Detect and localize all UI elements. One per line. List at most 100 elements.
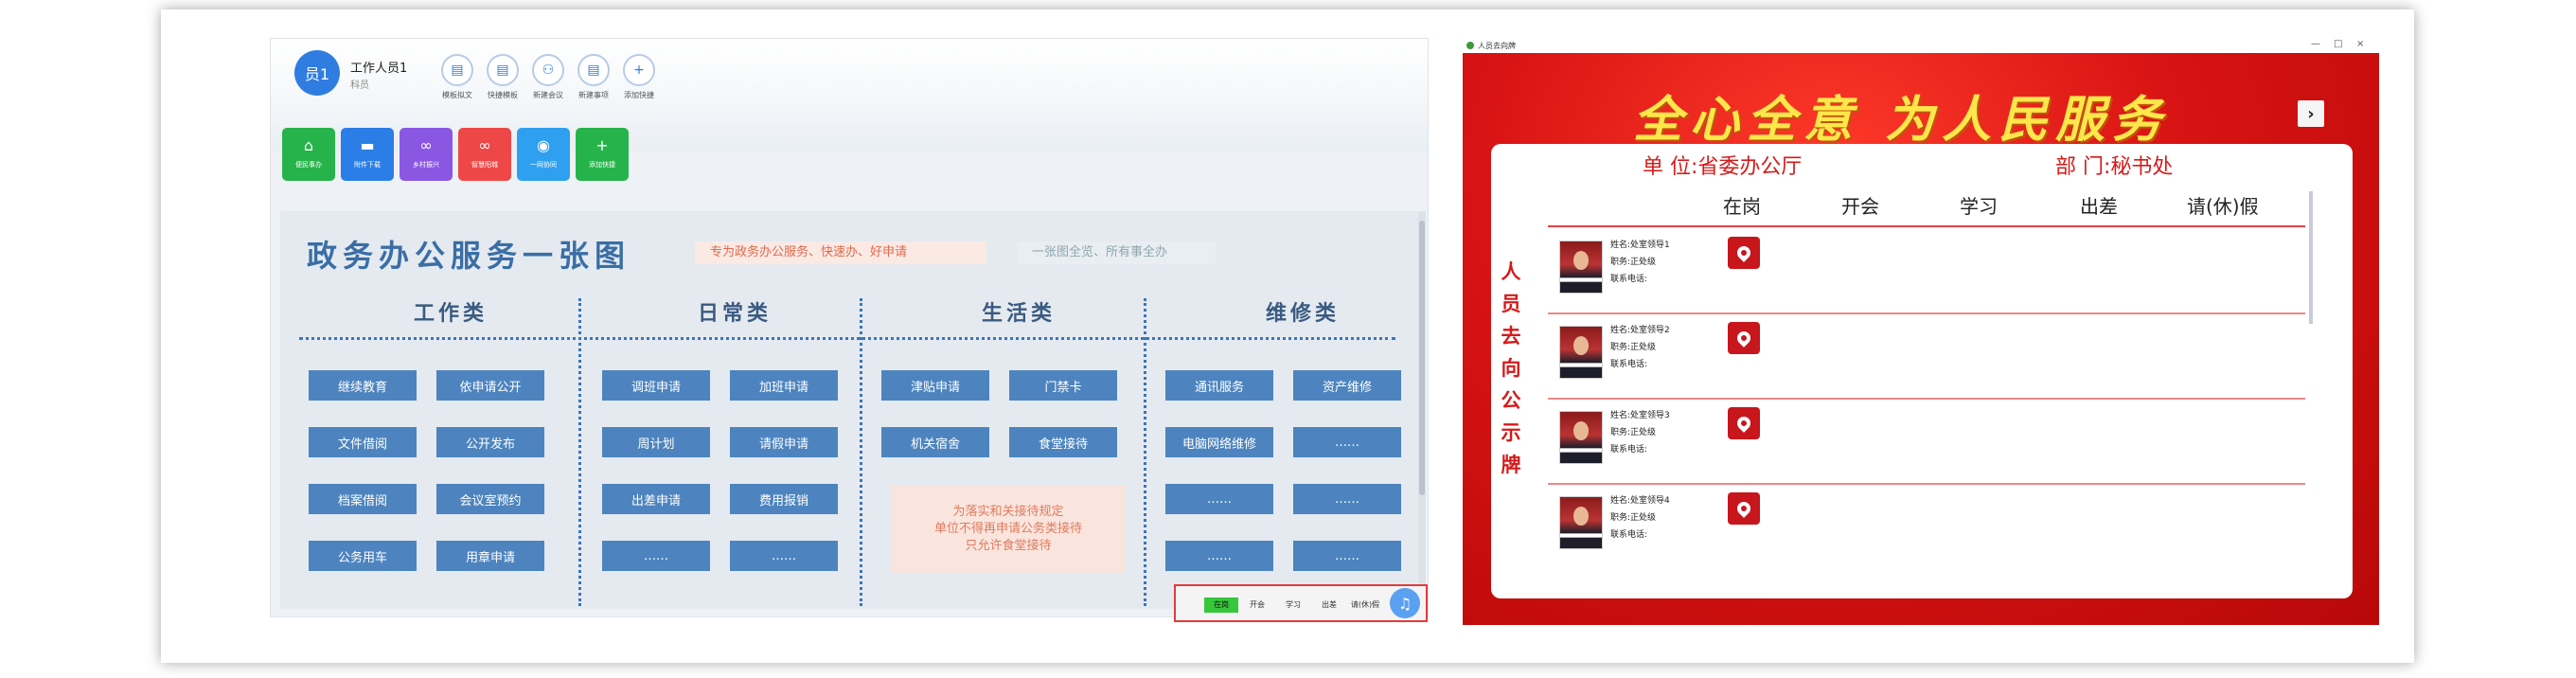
location-pin-icon[interactable] <box>1728 237 1760 269</box>
service-button[interactable]: 机关宿舍 <box>881 427 989 457</box>
service-button[interactable]: …… <box>1293 541 1401 571</box>
column-header: 在岗 <box>1723 195 1761 218</box>
app-icon <box>1466 42 1474 49</box>
service-button[interactable]: 公开发布 <box>436 427 544 457</box>
tile-collaboration[interactable]: ◉ 一网协同 <box>517 128 570 181</box>
user-name: 工作人员1 <box>350 62 408 76</box>
unit-label: 单 位:省委办公厅 <box>1643 155 1803 179</box>
map-subtitle-2: 一张图全览、所有事全办 <box>1017 241 1216 264</box>
service-button[interactable]: 档案借阅 <box>309 484 417 514</box>
service-button[interactable]: 请假申请 <box>730 427 838 457</box>
service-button[interactable]: 文件借阅 <box>309 427 417 457</box>
link-icon: ∞ <box>419 136 433 154</box>
service-button[interactable]: 门禁卡 <box>1009 370 1117 401</box>
service-button[interactable]: 周计划 <box>602 427 710 457</box>
quick-action-new-meeting[interactable]: ⚇ 新建会议 <box>524 54 572 100</box>
status-study[interactable]: 学习 <box>1276 598 1310 613</box>
service-button[interactable]: 资产维修 <box>1293 370 1401 401</box>
chevron-right-icon[interactable]: › <box>2298 100 2324 127</box>
service-button[interactable]: 通讯服务 <box>1165 370 1273 401</box>
basket-icon: ⌂ <box>303 136 314 154</box>
quick-action-new-item[interactable]: ▤ 新建事项 <box>570 54 617 100</box>
service-button[interactable]: 费用报销 <box>730 484 838 514</box>
service-button[interactable]: …… <box>730 541 838 571</box>
map-subtitle: 专为政务办公服务、快速办、好申请 <box>695 241 986 264</box>
folder-icon: ▬ <box>360 136 375 154</box>
service-button[interactable]: …… <box>1293 484 1401 514</box>
service-button[interactable]: 食堂接待 <box>1009 427 1117 457</box>
service-button[interactable]: 电脑网络维修 <box>1165 427 1273 457</box>
meeting-icon: ⚇ <box>532 54 564 86</box>
quick-action-template-doc[interactable]: ▤ 模板拟文 <box>434 54 481 100</box>
category-work: 工作类 <box>413 301 488 326</box>
service-button[interactable]: 依申请公开 <box>436 370 544 401</box>
scrollbar[interactable] <box>1418 211 1426 609</box>
tile-smart-city[interactable]: ∞ 智慧阳城 <box>458 128 511 181</box>
service-button[interactable]: …… <box>602 541 710 571</box>
service-button[interactable]: 津贴申请 <box>881 370 989 401</box>
status-bar: 在岗 开会 学习 出差 请(休)假 ♫ <box>1174 584 1428 622</box>
person-row: 姓名:处室领导3 职务:正处级 联系电话: <box>1548 400 2305 485</box>
person-row: 姓名:处室领导2 职务:正处级 联系电话: <box>1548 314 2305 400</box>
person-row: 姓名:处室领导4 职务:正处级 联系电话: <box>1548 485 2305 568</box>
quick-action-quick-template[interactable]: ▤ 快捷模板 <box>479 54 526 100</box>
dept-label: 部 门:秘书处 <box>2055 155 2174 179</box>
doc-icon: ▤ <box>577 54 610 86</box>
service-button[interactable]: …… <box>1165 484 1273 514</box>
tile-attachment-download[interactable]: ▬ 附件下载 <box>341 128 394 181</box>
circle-icon: ◉ <box>537 136 550 154</box>
status-business-trip[interactable]: 出差 <box>1312 598 1346 613</box>
link-icon: ∞ <box>478 136 491 154</box>
category-life: 生活类 <box>981 301 1056 326</box>
window-title: 人员去向牌 <box>1478 42 1516 50</box>
tile-convenience[interactable]: ⌂ 便民事办 <box>282 128 335 181</box>
avatar[interactable]: 员1 <box>294 50 340 96</box>
status-leave[interactable]: 请(休)假 <box>1348 598 1382 613</box>
category-repair: 维修类 <box>1265 301 1340 326</box>
board-background: 全心全意 为人民服务 › 单 位:省委办公厅 部 门:秘书处 人 员 去 向 公… <box>1463 53 2379 625</box>
service-button[interactable]: 出差申请 <box>602 484 710 514</box>
divider <box>860 298 862 606</box>
location-pin-icon[interactable] <box>1728 492 1760 525</box>
service-map: 政务办公服务一张图 专为政务办公服务、快速办、好申请 一张图全览、所有事全办 工… <box>280 211 1418 609</box>
status-on-duty[interactable]: 在岗 <box>1204 598 1238 613</box>
column-header: 学习 <box>1960 195 1998 218</box>
window-titlebar: 人员去向牌 — □ × <box>1463 38 2379 53</box>
divider <box>299 337 1395 340</box>
scrollbar-thumb[interactable] <box>1419 221 1425 495</box>
column-header: 开会 <box>1841 195 1879 218</box>
doc-icon: ▤ <box>441 54 473 86</box>
person-row: 姓名:处室领导1 职务:正处级 联系电话: <box>1548 229 2305 314</box>
staff-board-window: 人员去向牌 — □ × 全心全意 为人民服务 › 单 位:省委办公厅 部 门:秘… <box>1463 38 2379 625</box>
tile-add-shortcut[interactable]: + 添加快捷 <box>576 128 629 181</box>
service-button[interactable]: 用章申请 <box>436 541 544 571</box>
plus-icon: + <box>623 54 655 86</box>
service-button[interactable]: 会议室预约 <box>436 484 544 514</box>
minimize-button[interactable]: — <box>2311 39 2320 49</box>
service-button[interactable]: 公务用车 <box>309 541 417 571</box>
service-button[interactable]: …… <box>1165 541 1273 571</box>
service-button[interactable]: 调班申请 <box>602 370 710 401</box>
close-button[interactable]: × <box>2356 39 2364 49</box>
maximize-button[interactable]: □ <box>2334 39 2342 49</box>
location-pin-icon[interactable] <box>1728 407 1760 439</box>
person-info: 姓名:处室领导1 职务:正处级 联系电话: <box>1610 241 1670 284</box>
bell-icon[interactable]: ♫ <box>1390 588 1420 618</box>
header-divider <box>1548 225 2305 227</box>
person-photo <box>1559 496 1603 549</box>
status-meeting[interactable]: 开会 <box>1240 598 1274 613</box>
board-card: 单 位:省委办公厅 部 门:秘书处 人 员 去 向 公 示 牌 在岗 开会 学习… <box>1491 144 2353 598</box>
service-button[interactable]: 加班申请 <box>730 370 838 401</box>
divider <box>1144 298 1146 606</box>
quick-action-add[interactable]: + 添加快捷 <box>615 54 663 100</box>
tile-rural[interactable]: ∞ 乡村振兴 <box>400 128 453 181</box>
service-button[interactable]: 继续教育 <box>309 370 417 401</box>
scrollbar[interactable] <box>2309 191 2313 324</box>
user-dept: 科员 <box>350 80 369 91</box>
service-button[interactable]: …… <box>1293 427 1401 457</box>
person-photo <box>1559 411 1603 464</box>
location-pin-icon[interactable] <box>1728 322 1760 354</box>
person-photo <box>1559 326 1603 379</box>
vertical-label: 人 员 去 向 公 示 牌 <box>1501 260 1521 476</box>
person-photo <box>1559 241 1603 294</box>
